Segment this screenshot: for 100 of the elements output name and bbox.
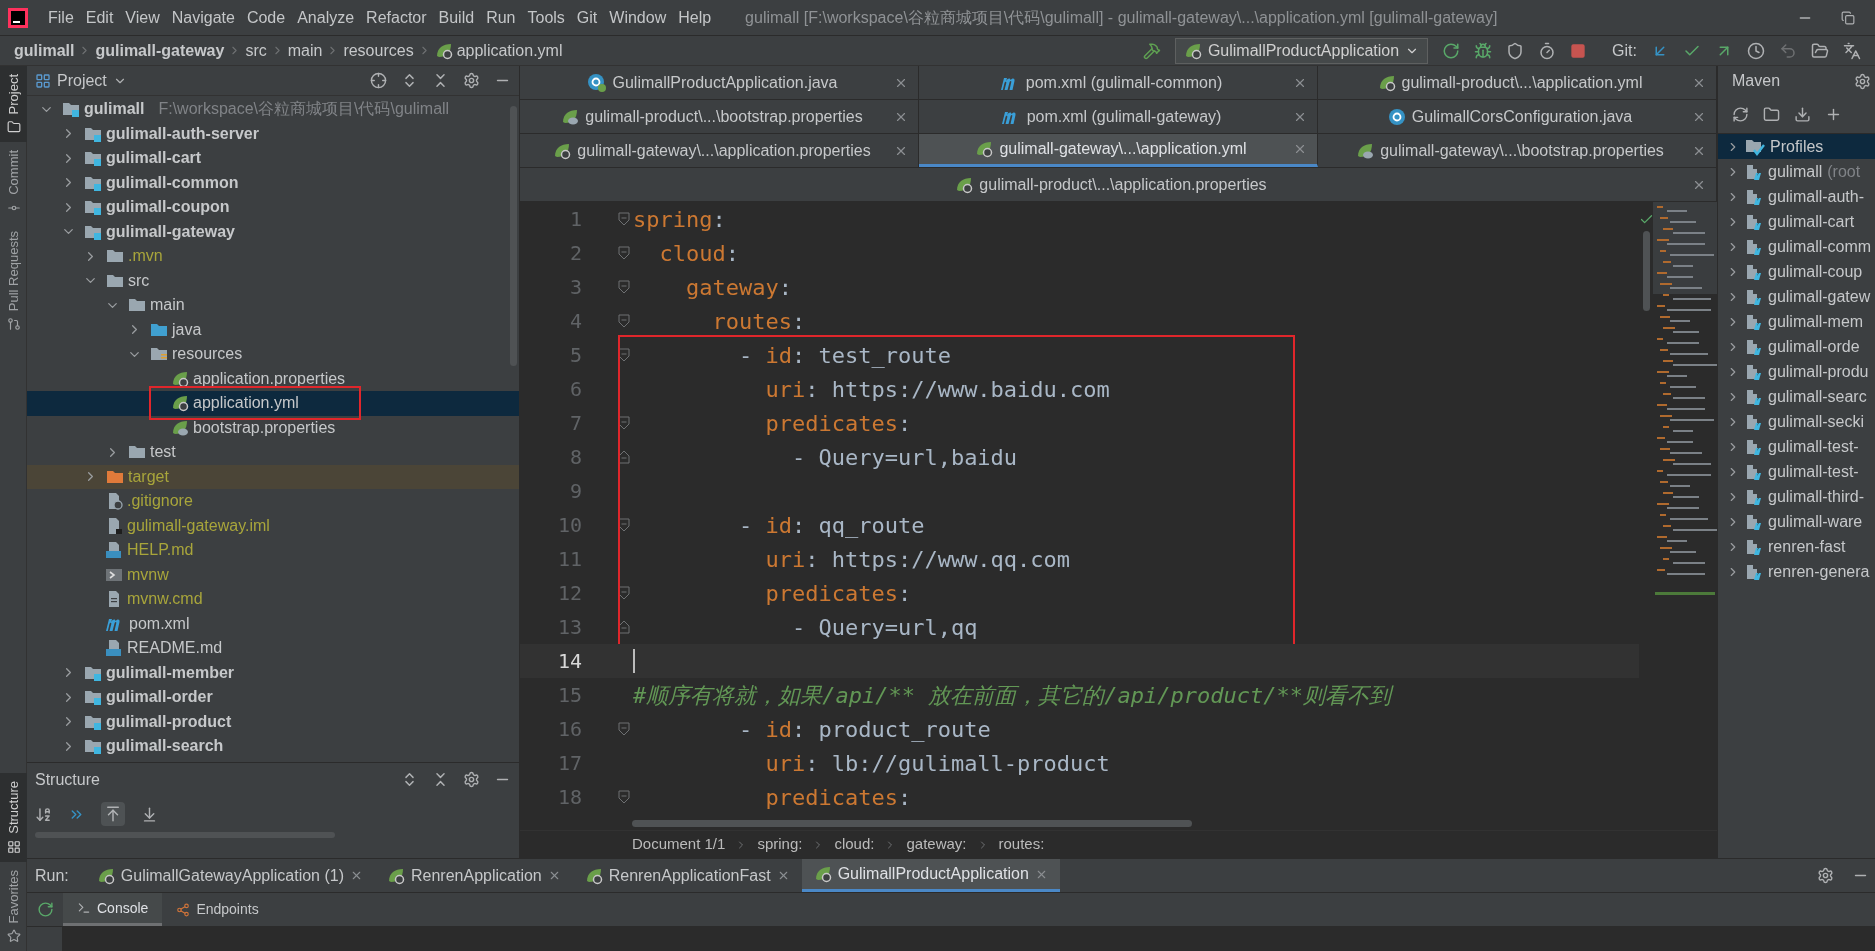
reload-icon[interactable] — [1732, 106, 1749, 123]
rollback-icon[interactable] — [1779, 41, 1797, 60]
menu-item[interactable]: Analyze — [291, 5, 361, 30]
settings-icon[interactable] — [463, 771, 480, 788]
tree-item[interactable]: gulimall-cart — [27, 146, 519, 171]
tree-item[interactable]: gulimall-gateway.iml — [27, 513, 519, 538]
tree-item[interactable]: .mvn — [27, 244, 519, 269]
fold-marker-icon[interactable] — [618, 790, 630, 804]
editor-tab[interactable]: gulimall-product\...\bootstrap.properties — [520, 100, 919, 133]
breadcrumb-item[interactable]: src — [245, 38, 267, 63]
run-tab[interactable]: RenrenApplication — [375, 859, 573, 892]
breadcrumb-item[interactable]: gulimall-gateway — [95, 38, 225, 63]
tool-window-button[interactable]: Favorites — [0, 861, 27, 951]
maven-item[interactable]: gulimall-auth- — [1718, 184, 1875, 209]
rerun-icon[interactable] — [36, 901, 54, 918]
tool-window-button[interactable]: Structure — [0, 772, 27, 862]
rerun-icon[interactable] — [1442, 41, 1461, 60]
sort-icon[interactable] — [35, 805, 52, 823]
maven-item[interactable]: gulimall-orde — [1718, 334, 1875, 359]
breadcrumb-item[interactable]: spring: — [757, 833, 803, 856]
maven-item[interactable]: Profiles — [1718, 134, 1875, 159]
menu-item[interactable]: Tools — [521, 5, 571, 30]
maven-item[interactable]: gulimall-gatew — [1718, 284, 1875, 309]
fold-marker-icon[interactable] — [618, 518, 630, 532]
breadcrumb-item[interactable]: gulimall — [14, 38, 75, 63]
debug-icon[interactable] — [1474, 41, 1493, 60]
tree-item[interactable]: gulimall-product — [27, 709, 519, 734]
editor-tab[interactable]: GulimallCorsConfiguration.java — [1318, 100, 1717, 133]
menu-item[interactable]: Edit — [79, 5, 120, 30]
menu-item[interactable]: Navigate — [165, 5, 241, 30]
build-icon[interactable] — [1142, 41, 1161, 60]
tree-item[interactable]: gulimall-member — [27, 660, 519, 685]
fold-marker-icon[interactable] — [618, 450, 630, 464]
maven-item[interactable]: gulimall (root — [1718, 159, 1875, 184]
tree-item[interactable]: main — [27, 293, 519, 318]
breadcrumb-item[interactable]: application.yml — [434, 38, 563, 63]
settings-icon[interactable] — [1817, 867, 1834, 884]
profiler-icon[interactable] — [1538, 41, 1557, 60]
fold-marker-icon[interactable] — [618, 620, 630, 634]
run-tab[interactable]: RenrenApplicationFast — [572, 859, 802, 892]
editor-tab[interactable]: gulimall-gateway\...\bootstrap.properties — [1318, 134, 1717, 167]
tool-window-button[interactable]: Pull Requests — [0, 223, 27, 340]
settings-icon[interactable] — [1854, 72, 1871, 90]
panel-title[interactable]: Project — [57, 68, 107, 93]
fold-marker-icon[interactable] — [618, 722, 630, 736]
tree-item[interactable]: src — [27, 268, 519, 293]
scroll-from-source-icon[interactable] — [101, 802, 125, 826]
menu-item[interactable]: Code — [240, 5, 292, 30]
tree-item[interactable]: .gitignore — [27, 489, 519, 514]
menu-item[interactable]: Git — [570, 5, 604, 30]
fold-marker-icon[interactable] — [618, 212, 630, 226]
maven-item[interactable]: gulimall-comm — [1718, 234, 1875, 259]
restore-icon[interactable] — [1841, 10, 1855, 25]
tool-window-button[interactable]: Project — [0, 66, 27, 143]
maven-item[interactable]: renren-fast — [1718, 534, 1875, 559]
maven-item[interactable]: gulimall-test- — [1718, 459, 1875, 484]
tree-item[interactable]: pom.xml — [27, 611, 519, 636]
add-icon[interactable] — [1825, 106, 1842, 123]
menu-item[interactable]: File — [42, 5, 80, 30]
fold-marker-icon[interactable] — [618, 314, 630, 328]
editor-tab[interactable]: gulimall-product\...\application.yml — [1318, 66, 1717, 99]
tree-item[interactable]: mvnw — [27, 562, 519, 587]
folder-icon[interactable] — [1763, 106, 1780, 123]
maven-item[interactable]: gulimall-produ — [1718, 359, 1875, 384]
editor-tab[interactable]: gulimall-gateway\...\application.yml — [919, 134, 1318, 167]
editor-tab[interactable]: pom.xml (gulimall-common) — [919, 66, 1318, 99]
maven-item[interactable]: gulimall-third- — [1718, 484, 1875, 509]
maven-item[interactable]: gulimall-cart — [1718, 209, 1875, 234]
maven-item[interactable]: gulimall-coup — [1718, 259, 1875, 284]
fold-marker-icon[interactable] — [618, 416, 630, 430]
tree-item[interactable]: test — [27, 440, 519, 465]
scroll-thumb[interactable] — [632, 820, 1192, 827]
tree-item[interactable]: gulimall-gateway — [27, 219, 519, 244]
tree-item[interactable]: gulimall-order — [27, 685, 519, 710]
menu-item[interactable]: Build — [432, 5, 481, 30]
tree-item[interactable]: gulimall F:\workspace\谷粒商城项目\代码\gulimall — [27, 97, 519, 122]
maven-item[interactable]: gulimall-test- — [1718, 434, 1875, 459]
tree-item[interactable]: HELP.md — [27, 538, 519, 563]
stop-icon[interactable] — [1570, 42, 1587, 59]
tree-item[interactable]: gulimall-auth-server — [27, 121, 519, 146]
breadcrumb-item[interactable]: routes: — [998, 833, 1045, 856]
tree-item[interactable]: mvnw.cmd — [27, 587, 519, 612]
tree-item[interactable]: resources — [27, 342, 519, 367]
menu-item[interactable]: Run — [480, 5, 522, 30]
download-icon[interactable] — [1794, 106, 1811, 123]
tree-item[interactable]: gulimall-common — [27, 170, 519, 195]
tree-item[interactable]: java — [27, 317, 519, 342]
close-icon[interactable] — [1293, 142, 1307, 156]
menu-item[interactable]: View — [119, 5, 166, 30]
run-tab[interactable]: GulimallGatewayApplication (1) — [84, 859, 375, 892]
maven-item[interactable]: gulimall-secki — [1718, 409, 1875, 434]
project-structure-icon[interactable] — [1811, 41, 1829, 60]
tool-window-button[interactable]: Commit — [0, 142, 27, 224]
editor-tab[interactable]: gulimall-product\...\application.properties — [520, 168, 1717, 201]
breadcrumb-item[interactable]: main — [287, 38, 323, 63]
fold-marker-icon[interactable] — [618, 280, 630, 294]
breadcrumb-item[interactable]: Document 1/1 — [632, 833, 726, 856]
editor-tab[interactable]: pom.xml (gulimall-gateway) — [919, 100, 1318, 133]
menu-item[interactable]: Help — [672, 5, 718, 30]
tree-item[interactable]: target — [27, 464, 519, 489]
